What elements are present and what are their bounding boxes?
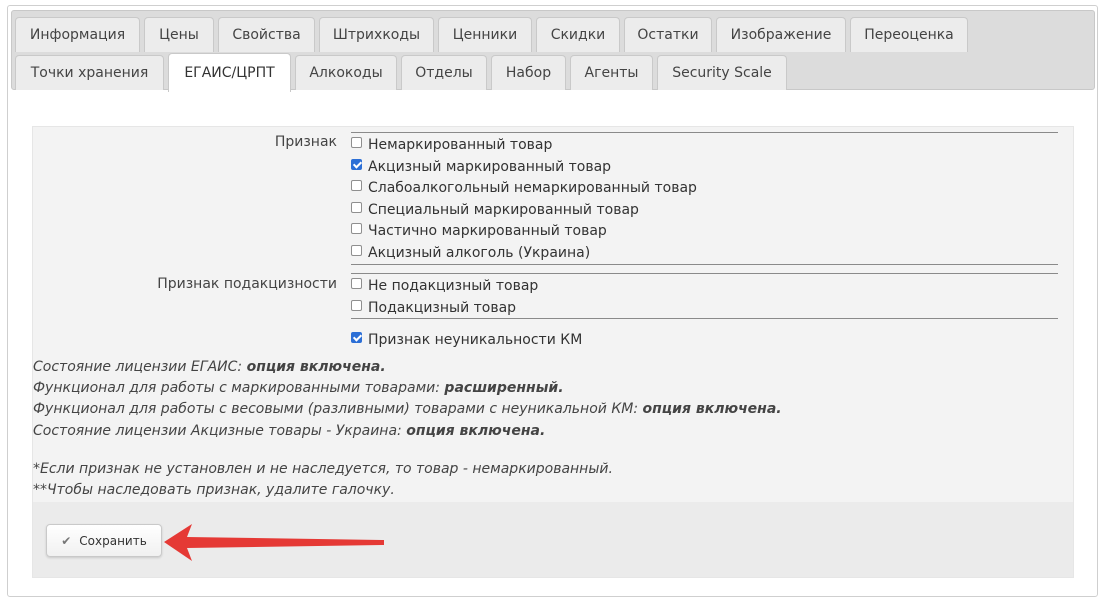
tab-alcocodes[interactable]: Алкокоды: [295, 55, 397, 90]
nonunique-km-option[interactable]: Признак неуникальности КМ: [351, 330, 582, 350]
tab-security-scale[interactable]: Security Scale: [657, 55, 787, 90]
info-egais-license: Состояние лицензии ЕГАИС: опция включена…: [33, 359, 386, 375]
excise-option-excise[interactable]: Подакцизный товар: [351, 298, 516, 318]
check-icon: ✔: [61, 533, 72, 548]
info-marked-goods: Функционал для работы с маркированными т…: [33, 380, 564, 396]
sign-divider-bottom: [351, 264, 1058, 265]
checkbox[interactable]: [351, 201, 362, 213]
tab-discounts[interactable]: Скидки: [536, 17, 620, 52]
checkbox[interactable]: [351, 277, 362, 289]
save-button[interactable]: ✔ Сохранить: [46, 524, 162, 557]
tab-prices[interactable]: Цены: [144, 17, 214, 52]
sign-option-unmarked[interactable]: Немаркированный товар: [351, 135, 552, 155]
tab-departments[interactable]: Отделы: [401, 55, 487, 90]
checkbox[interactable]: [351, 179, 362, 191]
tab-revaluation[interactable]: Переоценка: [850, 17, 968, 52]
tab-barcodes[interactable]: Штрихкоды: [319, 17, 434, 52]
sign-option-partially-marked[interactable]: Частично маркированный товар: [351, 221, 607, 241]
tab-egais-crpt[interactable]: ЕГАИС/ЦРПТ: [168, 53, 291, 92]
sign-option-excise-marked[interactable]: Акцизный маркированный товар: [351, 157, 611, 177]
tab-agents[interactable]: Агенты: [570, 55, 653, 90]
sign-option-low-alcohol[interactable]: Слабоалкогольный немаркированный товар: [351, 178, 697, 198]
note-unmarked: *Если признак не установлен и не наследу…: [33, 461, 613, 477]
sign-option-excise-alcohol-ukraine[interactable]: Акцизный алкоголь (Украина): [351, 243, 590, 263]
note-inherit: **Чтобы наследовать признак, удалите гал…: [33, 482, 395, 498]
info-weighted-goods: Функционал для работы с весовыми (разлив…: [33, 401, 782, 417]
sign-divider-top: [351, 132, 1058, 133]
checkbox[interactable]: [351, 136, 362, 148]
tab-info[interactable]: Информация: [15, 17, 140, 52]
checkbox[interactable]: [351, 299, 362, 311]
tab-set[interactable]: Набор: [491, 55, 566, 90]
checkbox[interactable]: [351, 244, 362, 256]
red-arrow-annotation: [164, 524, 384, 561]
sign-option-special-marked[interactable]: Специальный маркированный товар: [351, 200, 639, 220]
tab-properties[interactable]: Свойства: [218, 17, 315, 52]
tab-storage-points[interactable]: Точки хранения: [15, 55, 164, 90]
excise-option-non-excise[interactable]: Не подакцизный товар: [351, 276, 538, 296]
excise-label: Признак подакцизности: [157, 276, 337, 292]
tab-image[interactable]: Изображение: [716, 17, 846, 52]
checkbox-checked[interactable]: [351, 331, 362, 343]
tab-price-tags[interactable]: Ценники: [438, 17, 532, 52]
checkbox[interactable]: [351, 222, 362, 234]
excise-divider-top: [351, 273, 1058, 274]
sign-label: Признак: [274, 134, 337, 150]
tab-stock[interactable]: Остатки: [624, 17, 712, 52]
checkbox-checked[interactable]: [351, 158, 362, 170]
excise-divider-bottom: [351, 318, 1058, 319]
info-ukraine-license: Состояние лицензии Акцизные товары - Укр…: [33, 423, 546, 439]
